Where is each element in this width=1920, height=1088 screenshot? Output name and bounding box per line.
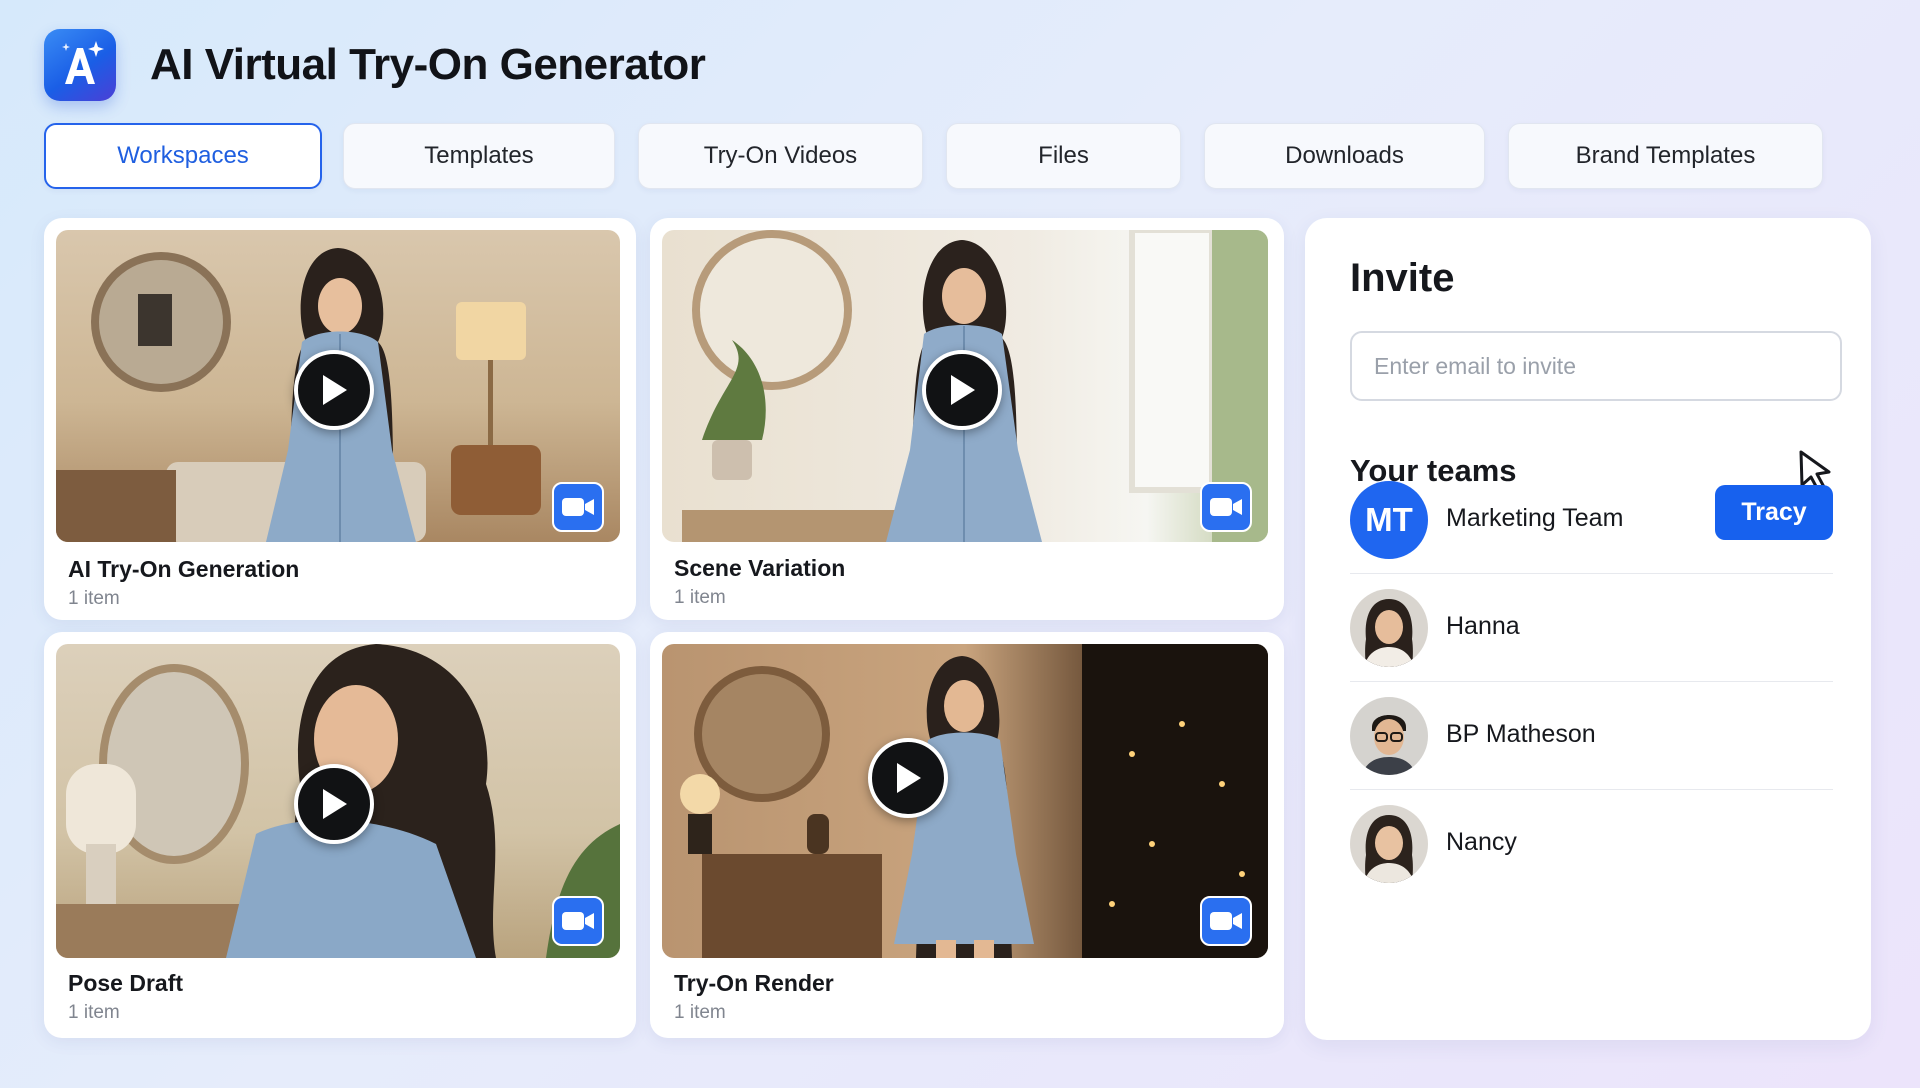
workspace-thumbnail[interactable] <box>56 230 620 542</box>
workspace-item-count: 1 item <box>674 1002 726 1023</box>
video-camera-icon <box>1200 482 1252 532</box>
app-title: AI Virtual Try-On Generator <box>150 40 706 89</box>
workspace-thumbnail[interactable] <box>662 644 1268 958</box>
workspace-title: Scene Variation <box>674 555 846 581</box>
member-name: BP Matheson <box>1446 720 1596 748</box>
member-name: Hanna <box>1446 612 1520 640</box>
team-name: Marketing Team <box>1446 504 1624 532</box>
workspace-item-count: 1 item <box>68 588 120 609</box>
video-camera-icon <box>552 482 604 532</box>
workspace-card[interactable]: Scene Variation 1 item <box>650 218 1284 620</box>
hanna-avatar <box>1350 589 1428 667</box>
workspace-item-count: 1 item <box>68 1002 120 1023</box>
team-avatar: MT <box>1350 481 1428 559</box>
bp-matheson-avatar <box>1350 697 1428 775</box>
workspace-card[interactable]: Try-On Render 1 item <box>650 632 1284 1038</box>
play-icon <box>897 763 921 793</box>
invite-email-input[interactable] <box>1350 331 1842 401</box>
app-logo-icon <box>44 29 116 101</box>
video-camera-icon <box>1200 896 1252 946</box>
video-camera-icon <box>552 896 604 946</box>
team-row-nancy[interactable]: Nancy <box>1350 790 1833 898</box>
workspace-card[interactable]: AI Try-On Generation 1 item <box>44 218 636 620</box>
invite-panel: Invite Your teams MT Marketing Team Trac… <box>1305 218 1871 1040</box>
play-icon <box>323 789 347 819</box>
play-button[interactable] <box>294 764 374 844</box>
workspace-thumbnail[interactable] <box>56 644 620 958</box>
tab-templates[interactable]: Templates <box>343 123 615 189</box>
workspace-title: Try-On Render <box>674 970 834 996</box>
nancy-avatar <box>1350 805 1428 883</box>
tab-workspaces[interactable]: Workspaces <box>44 123 322 189</box>
play-button[interactable] <box>922 350 1002 430</box>
team-row-bp-matheson[interactable]: BP Matheson <box>1350 682 1833 790</box>
tab-brand-templates[interactable]: Brand Templates <box>1508 123 1823 189</box>
team-row-marketing-team[interactable]: MT Marketing Team Tracy <box>1350 466 1833 574</box>
workspace-thumbnail[interactable] <box>662 230 1268 542</box>
workspace-title: Pose Draft <box>68 970 184 996</box>
tracy-button[interactable]: Tracy <box>1715 485 1833 540</box>
play-icon <box>323 375 347 405</box>
team-row-hanna[interactable]: Hanna <box>1350 574 1833 682</box>
workspace-title: AI Try-On Generation <box>68 556 300 582</box>
tab-downloads[interactable]: Downloads <box>1204 123 1485 189</box>
workspace-item-count: 1 item <box>674 587 726 608</box>
tab-files[interactable]: Files <box>946 123 1181 189</box>
play-button[interactable] <box>868 738 948 818</box>
workspace-card[interactable]: Pose Draft 1 item <box>44 632 636 1038</box>
member-name: Nancy <box>1446 828 1517 856</box>
tab-try-on-videos[interactable]: Try-On Videos <box>638 123 923 189</box>
play-button[interactable] <box>294 350 374 430</box>
invite-title: Invite <box>1350 256 1455 300</box>
play-icon <box>951 375 975 405</box>
